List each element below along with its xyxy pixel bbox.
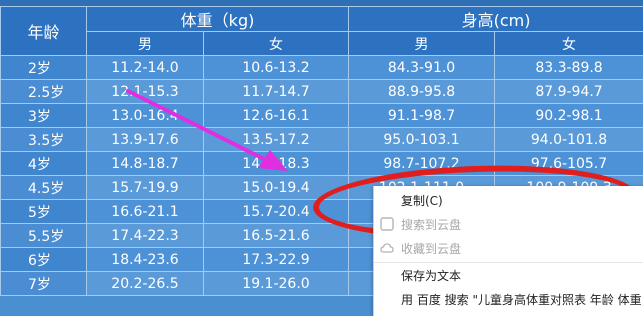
age-cell: 2岁	[1, 56, 87, 80]
age-cell: 5岁	[1, 200, 87, 224]
weight-female-cell: 16.5-21.6	[204, 224, 349, 248]
weight-male-cell: 16.6-21.1	[87, 200, 204, 224]
weight-female-cell: 15.0-19.4	[204, 176, 349, 200]
cloud-icon	[380, 241, 394, 255]
height-female-cell: 90.2-98.1	[495, 104, 643, 128]
weight-female-cell: 13.5-17.2	[204, 128, 349, 152]
weight-male-cell: 11.2-14.0	[87, 56, 204, 80]
height-female-cell: 83.3-89.8	[495, 56, 643, 80]
height-group-header: 身高(cm)	[349, 7, 643, 32]
context-menu: 复制(C) 搜索到云盘 收藏到云盘 保存为文本 用 百度 搜索 "儿童身高体重对…	[373, 186, 643, 316]
weight-female-cell: 17.3-22.9	[204, 248, 349, 272]
weight-male-cell: 13.9-17.6	[87, 128, 204, 152]
age-cell: 4.5岁	[1, 176, 87, 200]
age-cell: 6岁	[1, 248, 87, 272]
weight-male-header: 男	[87, 32, 204, 56]
table-row: 3.5岁13.9-17.613.5-17.295.0-103.194.0-101…	[1, 128, 643, 152]
weight-female-cell: 19.1-26.0	[204, 272, 349, 296]
age-cell: 3.5岁	[1, 128, 87, 152]
height-female-cell: 97.6-105.7	[495, 152, 643, 176]
age-cell: 4岁	[1, 152, 87, 176]
table-row: 3岁13.0-16.412.6-16.191.1-98.790.2-98.1	[1, 104, 643, 128]
menu-item-copy-label: 复制(C)	[401, 192, 443, 209]
menu-item-save-text[interactable]: 保存为文本	[374, 263, 643, 287]
height-male-cell: 91.1-98.7	[349, 104, 495, 128]
weight-female-header: 女	[204, 32, 349, 56]
weight-female-cell: 14.3-18.3	[204, 152, 349, 176]
weight-male-cell: 17.4-22.3	[87, 224, 204, 248]
height-male-cell: 98.7-107.2	[349, 152, 495, 176]
height-male-cell: 88.9-95.8	[349, 80, 495, 104]
height-female-cell: 94.0-101.8	[495, 128, 643, 152]
age-cell: 3岁	[1, 104, 87, 128]
weight-female-cell: 15.7-20.4	[204, 200, 349, 224]
weight-male-cell: 14.8-18.7	[87, 152, 204, 176]
height-male-header: 男	[349, 32, 495, 56]
weight-male-cell: 20.2-26.5	[87, 272, 204, 296]
menu-item-search-cloud: 搜索到云盘	[374, 212, 643, 236]
height-female-cell: 87.9-94.7	[495, 80, 643, 104]
table-row: 2岁11.2-14.010.6-13.284.3-91.083.3-89.8	[1, 56, 643, 80]
weight-female-cell: 10.6-13.2	[204, 56, 349, 80]
menu-item-save-text-label: 保存为文本	[401, 267, 461, 284]
weight-female-cell: 12.6-16.1	[204, 104, 349, 128]
weight-male-cell: 12.1-15.3	[87, 80, 204, 104]
age-column-header: 年龄	[1, 7, 87, 56]
height-male-cell: 95.0-103.1	[349, 128, 495, 152]
weight-male-cell: 15.7-19.9	[87, 176, 204, 200]
height-female-header: 女	[495, 32, 643, 56]
weight-male-cell: 18.4-23.6	[87, 248, 204, 272]
menu-item-save-cloud: 收藏到云盘	[374, 236, 643, 260]
table-row: 4岁14.8-18.714.3-18.398.7-107.297.6-105.7	[1, 152, 643, 176]
weight-female-cell: 11.7-14.7	[204, 80, 349, 104]
menu-item-search-cloud-label: 搜索到云盘	[401, 216, 461, 233]
weight-male-cell: 13.0-16.4	[87, 104, 204, 128]
age-cell: 5.5岁	[1, 224, 87, 248]
weight-group-header: 体重（kg)	[87, 7, 349, 32]
menu-item-save-cloud-label: 收藏到云盘	[401, 240, 461, 257]
baidu-icon	[380, 217, 394, 231]
height-male-cell: 84.3-91.0	[349, 56, 495, 80]
menu-item-copy[interactable]: 复制(C)	[374, 188, 643, 212]
menu-item-baidu-search[interactable]: 用 百度 搜索 "儿童身高体重对照表 年龄 体重	[374, 287, 643, 311]
table-row: 2.5岁12.1-15.311.7-14.788.9-95.887.9-94.7	[1, 80, 643, 104]
menu-item-baidu-search-label: 用 百度 搜索 "儿童身高体重对照表 年龄 体重	[401, 291, 642, 308]
age-cell: 7岁	[1, 272, 87, 296]
age-cell: 2.5岁	[1, 80, 87, 104]
